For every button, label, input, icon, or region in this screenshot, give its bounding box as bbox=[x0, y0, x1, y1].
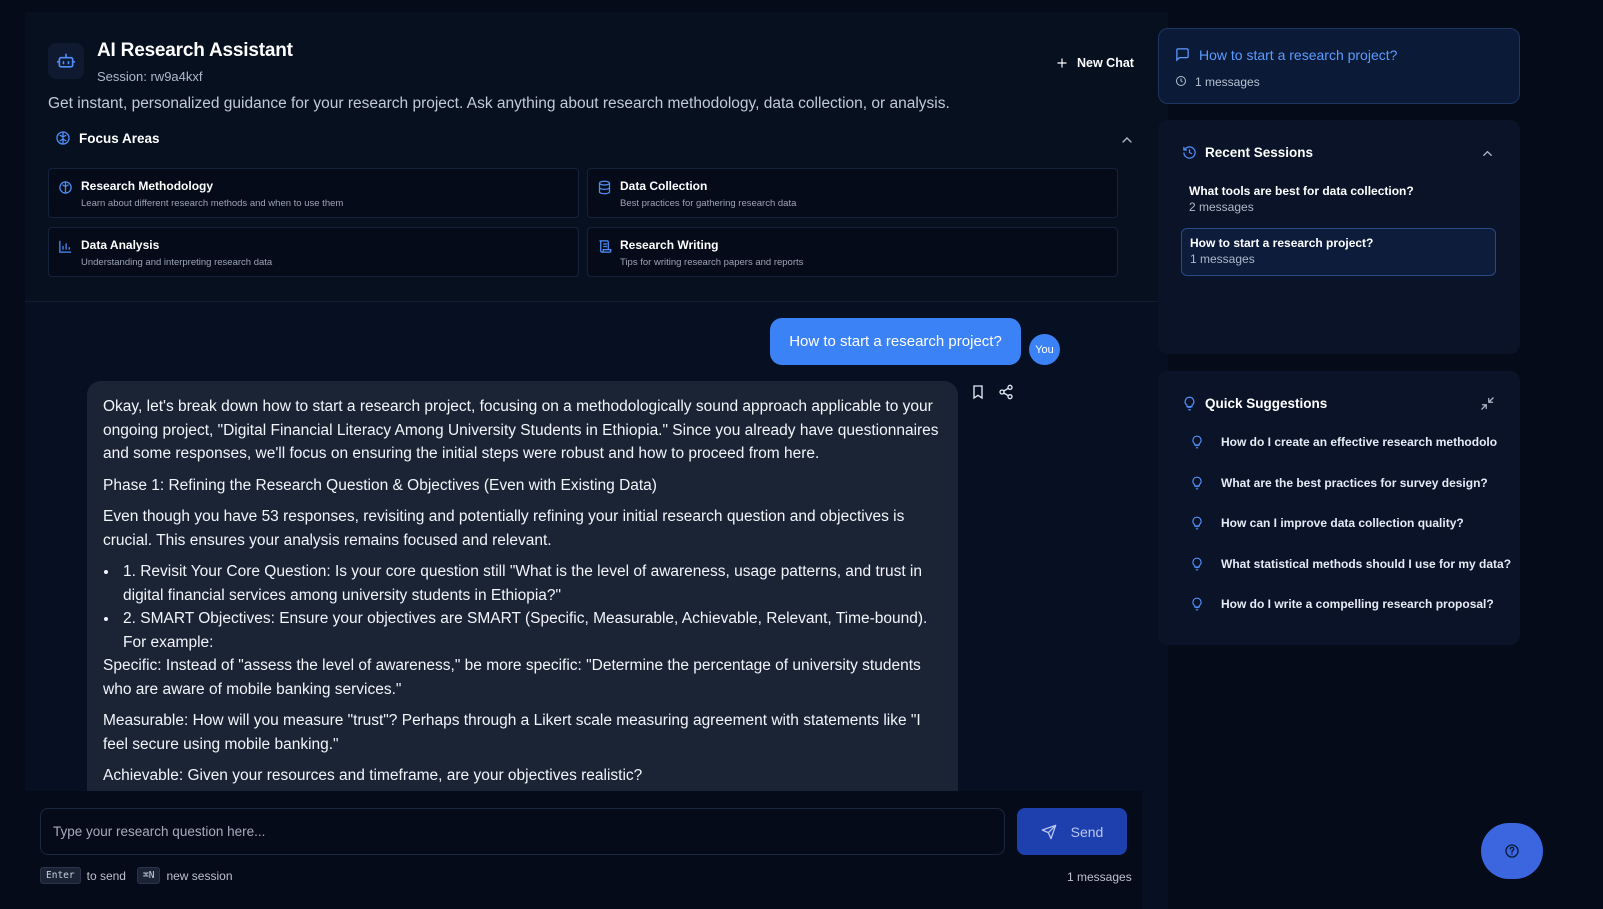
chevron-up-icon[interactable] bbox=[1480, 146, 1495, 161]
recent-sessions-title: Recent Sessions bbox=[1205, 145, 1314, 160]
current-session-title: How to start a research project? bbox=[1199, 47, 1398, 63]
lightbulb-icon bbox=[1190, 597, 1204, 611]
new-session-key: ⌘N bbox=[137, 867, 161, 884]
card-desc: Learn about different research methods a… bbox=[81, 198, 344, 209]
card-title: Research Methodology bbox=[81, 179, 214, 193]
session-count: 1 messages bbox=[1190, 252, 1255, 266]
focus-card-research-methodology[interactable]: Research Methodology Learn about differe… bbox=[48, 168, 579, 218]
focus-areas-title: Focus Areas bbox=[79, 130, 160, 146]
minimize-icon[interactable] bbox=[1480, 396, 1495, 411]
message-paragraph: Even though you have 53 responses, revis… bbox=[103, 508, 905, 549]
card-title: Research Writing bbox=[620, 238, 719, 252]
session-title: What tools are best for data collection? bbox=[1189, 184, 1414, 198]
quick-suggestions-header: Quick Suggestions bbox=[1182, 396, 1327, 411]
help-circle-icon bbox=[1504, 843, 1520, 859]
card-desc: Understanding and interpreting research … bbox=[81, 257, 273, 268]
message-paragraph: Phase 1: Refining the Research Question … bbox=[103, 476, 657, 494]
new-session-hint-text: new session bbox=[166, 868, 233, 883]
enter-key: Enter bbox=[40, 867, 81, 884]
quick-suggestions-title: Quick Suggestions bbox=[1205, 396, 1328, 411]
history-icon bbox=[1182, 145, 1197, 160]
app-title: AI Research Assistant bbox=[97, 40, 293, 61]
focus-card-data-analysis[interactable]: Data Analysis Understanding and interpre… bbox=[48, 227, 579, 277]
user-avatar: You bbox=[1029, 334, 1060, 365]
new-session-hint: ⌘N new session bbox=[137, 867, 233, 884]
message-paragraph: Achievable: Given your resources and tim… bbox=[103, 767, 643, 784]
card-title: Data Analysis bbox=[81, 238, 160, 252]
plus-icon bbox=[1055, 56, 1069, 70]
chevron-up-icon[interactable] bbox=[1119, 132, 1135, 148]
suggestion-text: How can I improve data collection qualit… bbox=[1221, 516, 1464, 530]
session-id: Session: rw9a4kxf bbox=[97, 69, 203, 84]
bar-chart-icon bbox=[58, 239, 73, 254]
new-chat-button[interactable]: New Chat bbox=[1055, 50, 1134, 76]
focus-card-research-writing[interactable]: Research Writing Tips for writing resear… bbox=[587, 227, 1118, 277]
scroll-icon bbox=[597, 239, 612, 254]
recent-sessions-panel: Recent Sessions What tools are best for … bbox=[1158, 120, 1520, 354]
lightbulb-icon bbox=[1190, 435, 1204, 449]
recent-session-item[interactable]: What tools are best for data collection?… bbox=[1181, 177, 1496, 225]
recent-sessions-header: Recent Sessions bbox=[1182, 145, 1313, 160]
enter-hint: Enter to send bbox=[40, 867, 126, 884]
chat-header: AI Research Assistant Session: rw9a4kxf … bbox=[25, 12, 1168, 302]
card-desc: Best practices for gathering research da… bbox=[620, 198, 797, 209]
focus-areas-header: Focus Areas bbox=[55, 130, 160, 146]
send-icon bbox=[1041, 824, 1057, 840]
message-list: 1. Revisit Your Core Question: Is your c… bbox=[119, 560, 942, 654]
suggestion-item[interactable]: What are the best practices for survey d… bbox=[1190, 476, 1488, 490]
user-message: How to start a research project? bbox=[770, 318, 1021, 365]
new-chat-label: New Chat bbox=[1077, 56, 1134, 70]
lightbulb-icon bbox=[1190, 557, 1204, 571]
message-paragraph: Specific: Instead of "assess the level o… bbox=[103, 657, 921, 698]
suggestion-text: What are the best practices for survey d… bbox=[1221, 476, 1488, 490]
focus-card-data-collection[interactable]: Data Collection Best practices for gathe… bbox=[587, 168, 1118, 218]
suggestion-item[interactable]: What statistical methods should I use fo… bbox=[1190, 557, 1511, 571]
list-item: 1. Revisit Your Core Question: Is your c… bbox=[119, 560, 942, 607]
assistant-message: Okay, let's break down how to start a re… bbox=[87, 381, 958, 811]
clock-icon bbox=[1175, 75, 1187, 87]
intro-text: Get instant, personalized guidance for y… bbox=[48, 95, 950, 112]
list-item: 2. SMART Objectives: Ensure your objecti… bbox=[119, 607, 942, 654]
lightbulb-icon bbox=[1182, 396, 1197, 411]
current-session-card[interactable]: How to start a research project? 1 messa… bbox=[1158, 28, 1520, 104]
send-label: Send bbox=[1070, 823, 1104, 840]
suggestion-text: How do I create an effective research me… bbox=[1221, 435, 1497, 449]
brain-icon bbox=[55, 130, 71, 146]
database-icon bbox=[597, 180, 612, 195]
share-icon[interactable] bbox=[998, 384, 1014, 400]
suggestion-text: What statistical methods should I use fo… bbox=[1221, 557, 1512, 571]
question-input[interactable] bbox=[40, 808, 1005, 855]
enter-hint-text: to send bbox=[86, 868, 126, 883]
card-desc: Tips for writing research papers and rep… bbox=[620, 257, 804, 268]
help-button[interactable] bbox=[1481, 823, 1543, 879]
card-title: Data Collection bbox=[620, 179, 708, 193]
robot-icon bbox=[48, 43, 84, 79]
lightbulb-icon bbox=[1190, 476, 1204, 490]
send-button[interactable]: Send bbox=[1017, 808, 1127, 855]
lightbulb-icon bbox=[1190, 516, 1204, 530]
brain-icon bbox=[58, 180, 73, 195]
message-count: 1 messages bbox=[1067, 870, 1132, 884]
suggestion-item[interactable]: How can I improve data collection qualit… bbox=[1190, 516, 1464, 530]
session-title: How to start a research project? bbox=[1190, 236, 1374, 250]
session-count: 2 messages bbox=[1189, 200, 1254, 214]
suggestion-item[interactable]: How do I write a compelling research pro… bbox=[1190, 597, 1494, 611]
message-actions bbox=[970, 384, 1014, 400]
quick-suggestions-panel: Quick Suggestions How do I create an eff… bbox=[1158, 371, 1520, 645]
message-square-icon bbox=[1175, 47, 1190, 62]
message-paragraph: Okay, let's break down how to start a re… bbox=[103, 398, 939, 462]
suggestion-item[interactable]: How do I create an effective research me… bbox=[1190, 435, 1497, 449]
suggestion-text: How do I write a compelling research pro… bbox=[1221, 597, 1494, 611]
current-session-count: 1 messages bbox=[1195, 75, 1260, 89]
recent-session-item-active[interactable]: How to start a research project? 1 messa… bbox=[1181, 228, 1496, 276]
bookmark-icon[interactable] bbox=[970, 384, 986, 400]
message-paragraph: Measurable: How will you measure "trust"… bbox=[103, 712, 921, 753]
